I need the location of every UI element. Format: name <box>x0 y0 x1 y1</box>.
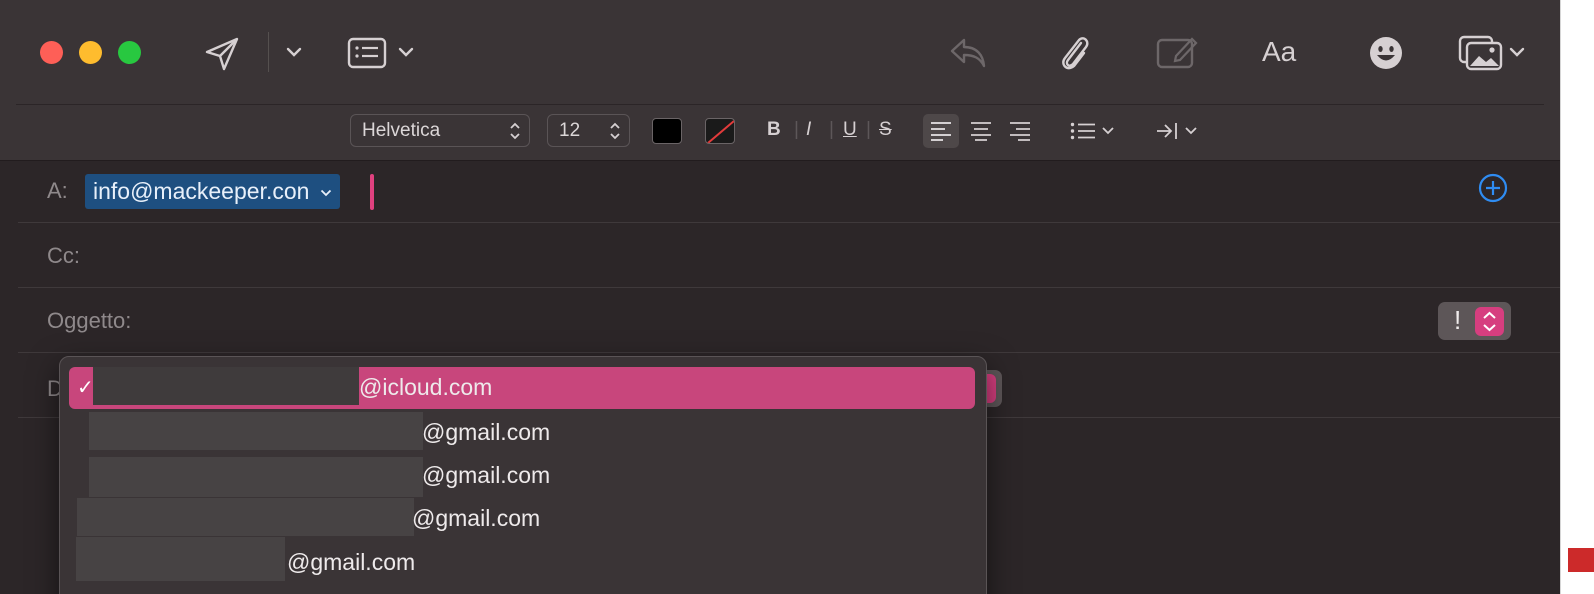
account-domain: @gmail.com <box>422 419 551 445</box>
menu-item-account[interactable]: ✓ @icloud.com <box>69 367 975 409</box>
recipient-token-text: info@mackeeper.con <box>93 178 310 204</box>
fonts-button[interactable]: Aa <box>1262 36 1296 68</box>
priority-value: ! <box>1454 305 1462 335</box>
text-cursor <box>370 174 374 210</box>
menu-item-account[interactable]: @gmail.com <box>60 537 986 581</box>
updown-icon <box>510 122 520 140</box>
account-domain: @gmail.com <box>422 462 551 488</box>
strikethrough-button[interactable]: S <box>879 119 892 141</box>
menu-item-account[interactable]: @gmail.com <box>60 455 986 497</box>
menu-item-account[interactable]: @gmail.com <box>60 412 986 454</box>
recipient-token[interactable]: info@mackeeper.con <box>85 174 340 209</box>
format-separator: | <box>829 119 834 140</box>
redacted-email-user <box>76 537 285 581</box>
toolbar-separator <box>268 32 269 72</box>
chevron-down-icon[interactable] <box>397 46 415 58</box>
field-divider <box>18 222 1560 223</box>
font-family-select[interactable]: Helvetica <box>350 114 530 147</box>
align-right-icon[interactable] <box>1009 121 1031 141</box>
chevron-down-icon[interactable] <box>1184 126 1198 136</box>
redacted-email-user <box>89 457 423 497</box>
background-color-swatch[interactable] <box>705 118 735 144</box>
underline-button[interactable]: U <box>843 119 857 141</box>
account-domain: @gmail.com <box>287 549 416 575</box>
header-fields-icon[interactable] <box>347 37 387 69</box>
font-size-value: 12 <box>559 120 581 141</box>
chevron-down-icon[interactable] <box>1101 126 1115 136</box>
updown-icon <box>1483 311 1496 332</box>
priority-stepper <box>1475 307 1504 336</box>
subject-label: Oggetto: <box>47 308 132 333</box>
field-divider <box>18 287 1560 288</box>
chevron-down-icon[interactable] <box>285 46 303 58</box>
account-domain: @icloud.com <box>359 374 493 400</box>
emoji-icon[interactable] <box>1368 35 1404 71</box>
font-size-select[interactable]: 12 <box>547 114 630 147</box>
toolbar: Aa Helvetica 12 B | I | U | S <box>0 0 1560 161</box>
font-family-value: Helvetica <box>362 120 441 141</box>
to-label: A: <box>47 178 68 203</box>
paperclip-icon[interactable] <box>1056 33 1090 73</box>
zoom-window-button[interactable] <box>118 41 141 64</box>
indent-icon[interactable] <box>1156 121 1180 141</box>
close-window-button[interactable] <box>40 41 63 64</box>
background-red-block <box>1568 548 1594 572</box>
send-icon[interactable] <box>203 35 241 73</box>
mail-compose-window: Aa Helvetica 12 B | I | U | S A: info@ma… <box>0 0 1594 594</box>
background-window-border <box>1560 0 1594 594</box>
minimize-window-button[interactable] <box>79 41 102 64</box>
markup-icon[interactable] <box>1156 34 1198 70</box>
chevron-down-icon[interactable] <box>1508 46 1526 58</box>
redacted-email-user <box>89 412 423 450</box>
add-contact-icon[interactable] <box>1478 173 1508 203</box>
list-icon[interactable] <box>1070 122 1096 140</box>
field-divider <box>18 352 1560 353</box>
bold-button[interactable]: B <box>767 119 781 141</box>
background-window-edge <box>1560 0 1594 594</box>
redacted-email-user <box>77 498 414 536</box>
redacted-email-user <box>93 367 359 405</box>
no-color-icon <box>707 120 734 143</box>
format-separator: | <box>866 119 871 140</box>
text-color-swatch[interactable] <box>652 118 682 144</box>
account-domain: @gmail.com <box>412 505 541 531</box>
cc-label: Cc: <box>47 243 80 268</box>
toolbar-divider <box>16 104 1544 105</box>
photo-browser-icon[interactable] <box>1458 35 1504 71</box>
chevron-down-icon[interactable] <box>320 189 332 197</box>
priority-popup[interactable]: ! <box>1438 302 1511 340</box>
from-account-menu: ✓ @icloud.com @gmail.com @gmail.com @gma… <box>59 356 987 594</box>
updown-icon <box>610 122 620 140</box>
checkmark-icon: ✓ <box>77 377 94 399</box>
align-center-icon[interactable] <box>970 121 992 141</box>
italic-button[interactable]: I <box>806 119 811 141</box>
align-left-icon[interactable] <box>930 121 952 141</box>
format-separator: | <box>794 119 799 140</box>
reply-icon[interactable] <box>948 36 988 70</box>
menu-item-account[interactable]: @gmail.com <box>60 498 986 540</box>
